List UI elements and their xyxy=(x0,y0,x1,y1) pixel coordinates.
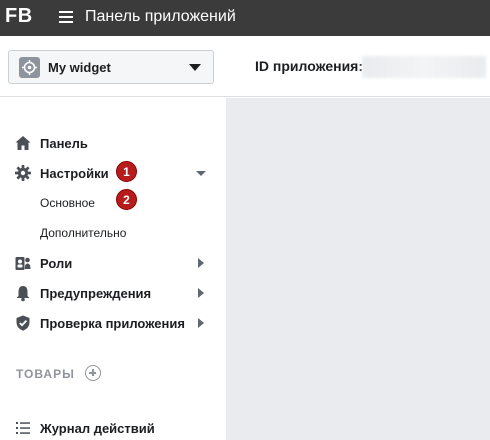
sidebar: Панель Настройки 1 Основное 2 Дополнител… xyxy=(0,98,226,440)
shield-check-icon xyxy=(16,315,30,331)
roles-icon xyxy=(15,257,31,270)
gear-icon xyxy=(15,165,31,181)
app-gear-icon xyxy=(19,57,40,78)
sidebar-subitem-advanced[interactable]: Дополнительно xyxy=(0,221,226,245)
sidebar-item-label: Проверка приложения xyxy=(40,316,185,331)
sidebar-item-app-review[interactable]: Проверка приложения xyxy=(0,311,226,335)
app-id-label: ID приложения: xyxy=(255,58,364,74)
sidebar-item-settings[interactable]: Настройки xyxy=(0,161,226,185)
sidebar-item-dashboard[interactable]: Панель xyxy=(0,131,226,155)
bell-icon xyxy=(16,286,30,302)
sidebar-subitem-basic[interactable]: Основное xyxy=(0,191,226,215)
step-badge-2: 2 xyxy=(116,189,137,210)
app-header: My widget ID приложения: xyxy=(0,36,490,97)
sidebar-item-label: Предупреждения xyxy=(40,286,152,301)
app-logo[interactable]: FB xyxy=(5,5,33,28)
app-name: My widget xyxy=(48,60,111,75)
sidebar-item-activity-log[interactable]: Журнал действий xyxy=(0,416,226,440)
chevron-down-icon xyxy=(196,171,206,176)
hamburger-menu-icon[interactable] xyxy=(59,11,73,23)
chevron-right-icon xyxy=(198,288,204,298)
sidebar-item-label: Панель xyxy=(40,136,88,151)
sidebar-item-label: Настройки xyxy=(40,166,109,181)
sidebar-subitem-label: Дополнительно xyxy=(40,226,127,240)
list-icon xyxy=(16,422,30,434)
sidebar-item-label: Журнал действий xyxy=(40,421,155,436)
app-id-value-redacted xyxy=(362,56,486,78)
sidebar-item-alerts[interactable]: Предупреждения xyxy=(0,281,226,305)
top-bar: FB Панель приложений xyxy=(0,0,490,36)
sidebar-subitem-label: Основное xyxy=(40,196,95,210)
products-section-title: ТОВАРЫ xyxy=(16,367,75,381)
home-icon xyxy=(15,136,31,150)
sidebar-item-roles[interactable]: Роли xyxy=(0,251,226,275)
caret-down-icon xyxy=(189,64,201,71)
chevron-right-icon xyxy=(198,258,204,268)
app-selector-dropdown[interactable]: My widget xyxy=(8,50,214,84)
page-title: Панель приложений xyxy=(85,8,236,25)
chevron-right-icon xyxy=(198,318,204,328)
sidebar-item-label: Роли xyxy=(40,256,73,271)
add-product-icon[interactable] xyxy=(85,365,101,381)
step-badge-1: 1 xyxy=(116,161,137,182)
main-content xyxy=(226,98,490,440)
